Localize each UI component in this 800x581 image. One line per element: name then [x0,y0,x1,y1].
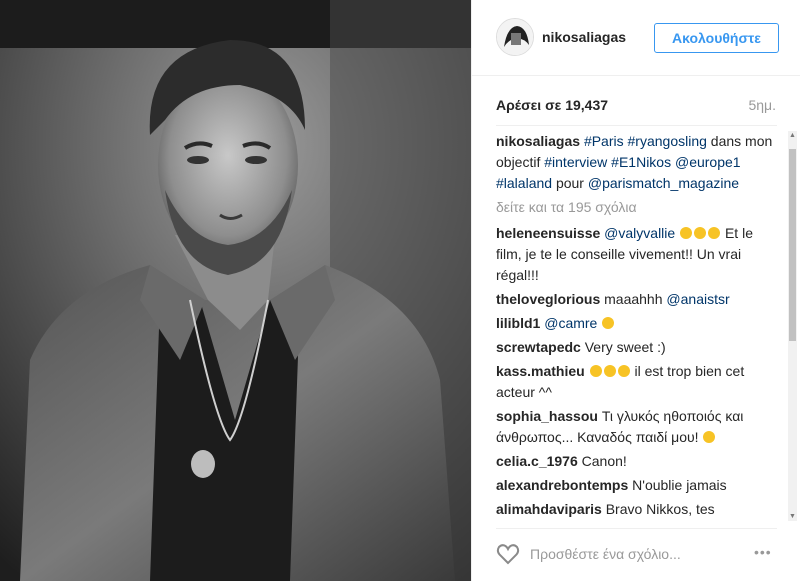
post-header: nikosaliagas Ακολουθήστε [472,0,800,76]
caption-part[interactable]: #interview [544,154,607,170]
caption-author[interactable]: nikosaliagas [496,133,580,149]
comment-author[interactable]: alimahdaviparis [496,501,602,517]
comment-author[interactable]: heleneensuisse [496,225,600,241]
comment-author[interactable]: alexandrebontemps [496,477,628,493]
emoji-icon [708,227,721,239]
comment-text: Bravo Nikkos, tes [605,501,715,517]
caption-part[interactable]: @parismatch_magazine [588,175,739,191]
comment-mention[interactable]: @anaistsr [666,291,729,307]
comment-item: alexandrebontemps N'oublie jamais [496,475,788,496]
comment-text: maaahhh [604,291,667,307]
comment-item: heleneensuisse @valyvallie Et le film, j… [496,223,788,286]
caption: nikosaliagas #Paris #ryangosling dans mo… [496,131,788,194]
emoji-icon [703,431,716,443]
emoji-icon [617,365,630,377]
comment-item: lilibld1 @camre [496,313,788,334]
caption-part[interactable]: #Paris [584,133,624,149]
comment-item: alimahdaviparis Bravo Nikkos, tes [496,499,788,520]
emoji-icon [589,365,602,377]
emoji-icon [694,227,707,239]
comment-mention[interactable]: @camre [544,315,597,331]
caption-part[interactable]: @europe1 [675,154,741,170]
comment-item: celia.c_1976 Canon! [496,451,788,472]
divider [496,528,777,529]
follow-button[interactable]: Ακολουθήστε [654,23,779,53]
comment-text: Canon! [581,453,627,469]
comment-input[interactable] [530,544,720,564]
heart-icon[interactable] [496,543,520,565]
comment-item: screwtapedc Very sweet :) [496,337,788,358]
post-details-panel: nikosaliagas Ακολουθήστε Αρέσει σε 19,43… [471,0,800,581]
caption-part[interactable]: #E1Nikos [611,154,671,170]
comment-author[interactable]: theloveglorious [496,291,600,307]
scroll-down-arrow-icon[interactable]: ▼ [788,512,797,521]
comment-author[interactable]: lilibld1 [496,315,540,331]
likes-count[interactable]: Αρέσει σε 19,437 [496,97,608,113]
comments-scrollbar[interactable]: ▲ ▼ [788,131,797,521]
avatar[interactable] [496,18,534,56]
comment-text: Very sweet :) [584,339,666,355]
post-time[interactable]: 5ημ. [748,97,776,113]
comments-list: nikosaliagas #Paris #ryangosling dans mo… [496,131,788,521]
comment-text: N'oublie jamais [632,477,727,493]
comment-item: theloveglorious maaahhh @anaistsr [496,289,788,310]
comment-item: sophia_hassou Τι γλυκός ηθοποιός και άνθ… [496,406,788,448]
comment-author[interactable]: screwtapedc [496,339,581,355]
emoji-icon [680,227,693,239]
post-photo [0,0,471,581]
more-options-icon[interactable]: ••• [754,544,780,564]
caption-part: pour [552,175,588,191]
comment-author[interactable]: celia.c_1976 [496,453,578,469]
caption-part[interactable]: #ryangosling [628,133,707,149]
post-username[interactable]: nikosaliagas [542,29,626,45]
comment-item: kass.mathieu il est trop bien cet acteur… [496,361,788,403]
emoji-icon [603,365,616,377]
comment-author[interactable]: kass.mathieu [496,363,585,379]
comment-mention[interactable]: @valyvallie [604,225,675,241]
comment-author[interactable]: sophia_hassou [496,408,598,424]
caption-part[interactable]: #lalaland [496,175,552,191]
divider [496,125,777,126]
view-all-comments-link[interactable]: δείτε και τα 195 σχόλια [496,197,788,218]
scroll-thumb[interactable] [789,149,796,341]
scroll-up-arrow-icon[interactable]: ▲ [788,131,797,140]
emoji-icon [602,317,615,329]
